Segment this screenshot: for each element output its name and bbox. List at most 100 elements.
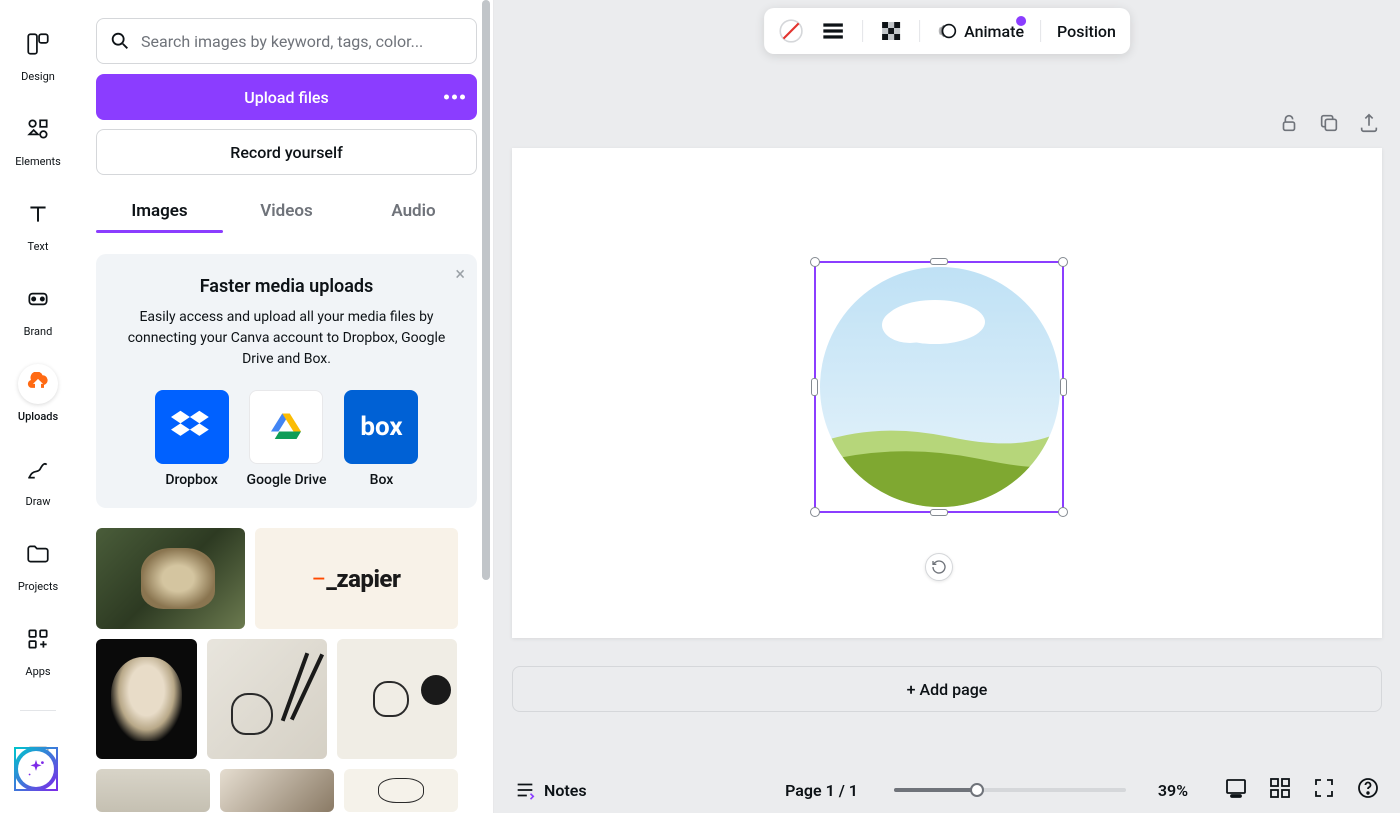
app-label: Box	[370, 472, 394, 488]
help-icon	[1356, 776, 1380, 800]
bottom-bar: Notes Page 1 / 1 39%	[494, 767, 1400, 813]
rail-label: Text	[28, 240, 49, 253]
resize-handle[interactable]	[1058, 257, 1068, 267]
google-drive-icon	[249, 390, 323, 464]
rail-item-projects[interactable]: Projects	[0, 532, 76, 595]
rail-item-uploads[interactable]: Uploads	[0, 362, 76, 425]
rail-item-elements[interactable]: Elements	[0, 107, 76, 170]
rail-item-draw[interactable]: Draw	[0, 447, 76, 510]
export-icon	[1358, 112, 1380, 134]
resize-handle[interactable]	[1060, 378, 1067, 396]
resize-handle[interactable]	[810, 257, 820, 267]
rail-item-apps[interactable]: Apps	[0, 617, 76, 680]
search-input[interactable]	[141, 32, 464, 51]
upload-thumbnail[interactable]: —_zapier	[255, 528, 458, 629]
no-color-button[interactable]	[778, 18, 804, 44]
connect-dropbox[interactable]: Dropbox	[155, 390, 229, 488]
close-icon[interactable]: ×	[455, 264, 465, 285]
zoom-slider-thumb[interactable]	[970, 783, 984, 797]
page-wrap: + Add page	[494, 0, 1400, 767]
magic-button[interactable]	[14, 747, 58, 791]
add-page-button[interactable]: + Add page	[512, 666, 1382, 712]
search-box[interactable]	[96, 18, 477, 64]
page-view-button[interactable]	[1224, 776, 1248, 804]
landscape-element[interactable]	[820, 267, 1060, 507]
app-label: Dropbox	[165, 472, 217, 488]
transparency-icon	[879, 19, 903, 43]
panel-scrollbar[interactable]	[482, 0, 490, 813]
transparency-button[interactable]	[879, 19, 903, 43]
rail-label: Uploads	[18, 410, 58, 423]
rotate-icon	[931, 559, 947, 575]
notes-button[interactable]: Notes	[514, 779, 587, 801]
animate-icon	[936, 20, 958, 42]
notification-dot	[1016, 16, 1026, 26]
canvas-page[interactable]	[512, 148, 1382, 638]
animate-button[interactable]: Animate	[936, 20, 1024, 42]
export-button[interactable]	[1358, 112, 1380, 138]
position-button[interactable]: Position	[1057, 22, 1116, 41]
rail-label: Draw	[26, 495, 51, 508]
resize-handle[interactable]	[810, 507, 820, 517]
line-style-button[interactable]	[820, 18, 846, 44]
rail-label: Apps	[25, 665, 50, 678]
uploads-gallery: —_zapier	[96, 528, 477, 812]
resize-handle[interactable]	[930, 258, 948, 265]
text-icon	[18, 194, 58, 234]
rail-item-brand[interactable]: Brand	[0, 277, 76, 340]
upload-thumbnail[interactable]	[207, 639, 327, 759]
uploads-icon	[18, 364, 58, 404]
lock-icon	[1278, 112, 1300, 134]
promo-card: × Faster media uploads Easily access and…	[96, 254, 477, 508]
upload-files-button[interactable]: Upload files	[96, 74, 477, 120]
search-icon	[109, 30, 131, 52]
connect-box[interactable]: box Box	[344, 390, 418, 488]
zoom-slider[interactable]	[894, 788, 1126, 792]
floating-toolbar: Animate Position	[764, 8, 1130, 54]
help-button[interactable]	[1356, 776, 1380, 804]
upload-thumbnail[interactable]	[337, 639, 457, 759]
add-page-label: + Add page	[907, 680, 988, 699]
upload-thumbnail[interactable]	[96, 639, 197, 759]
promo-title: Faster media uploads	[114, 276, 459, 297]
selection-box[interactable]	[814, 261, 1064, 513]
upload-thumbnail[interactable]	[220, 769, 334, 812]
tab-videos[interactable]: Videos	[223, 191, 350, 233]
fullscreen-button[interactable]	[1312, 776, 1336, 804]
grid-view-button[interactable]	[1268, 776, 1292, 804]
notes-label: Notes	[544, 781, 587, 800]
resize-handle[interactable]	[1058, 507, 1068, 517]
rotate-handle[interactable]	[925, 553, 953, 581]
page-indicator: Page 1 / 1	[785, 781, 858, 800]
page-actions	[1278, 112, 1380, 138]
upload-thumbnail[interactable]	[96, 769, 210, 812]
media-tabs: Images Videos Audio	[96, 191, 477, 234]
duplicate-button[interactable]	[1318, 112, 1340, 138]
zoom-percentage: 39%	[1158, 781, 1188, 800]
rail-label: Projects	[18, 580, 58, 593]
separator	[862, 20, 863, 42]
rail-divider	[20, 710, 56, 711]
tab-images[interactable]: Images	[96, 191, 223, 233]
fullscreen-icon	[1312, 776, 1336, 800]
projects-icon	[18, 534, 58, 574]
upload-label: Upload files	[244, 88, 328, 107]
upload-thumbnail[interactable]	[96, 528, 245, 629]
lock-button[interactable]	[1278, 112, 1300, 138]
promo-description: Easily access and upload all your media …	[114, 307, 459, 370]
upload-more-button[interactable]	[444, 95, 465, 100]
tab-audio[interactable]: Audio	[350, 191, 477, 233]
resize-handle[interactable]	[930, 509, 948, 516]
record-yourself-button[interactable]: Record yourself	[96, 129, 477, 175]
rail-item-design[interactable]: Design	[0, 22, 76, 85]
connect-google-drive[interactable]: Google Drive	[247, 390, 327, 488]
draw-icon	[18, 449, 58, 489]
apps-icon	[18, 619, 58, 659]
page-view-icon	[1224, 776, 1248, 800]
elements-icon	[18, 109, 58, 149]
upload-thumbnail[interactable]	[344, 769, 458, 812]
rail-label: Design	[21, 70, 55, 83]
rail-item-text[interactable]: Text	[0, 192, 76, 255]
resize-handle[interactable]	[811, 378, 818, 396]
left-rail: Design Elements Text Brand Uploads Draw	[0, 0, 76, 813]
